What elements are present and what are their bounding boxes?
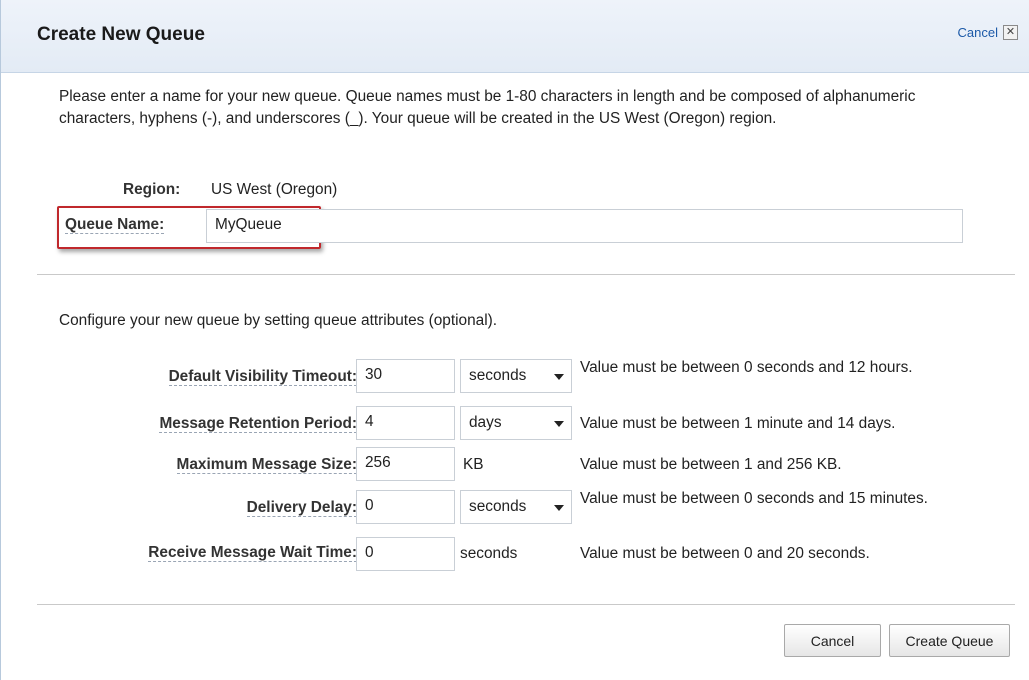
retention-period-unit-select[interactable]: days [460, 406, 572, 440]
max-message-size-label-text: Maximum Message Size: [176, 456, 357, 474]
divider-top [37, 274, 1015, 275]
create-queue-button[interactable]: Create Queue [889, 624, 1010, 657]
visibility-timeout-label-text: Default Visibility Timeout: [168, 368, 357, 386]
visibility-timeout-label: Default Visibility Timeout: [168, 368, 357, 386]
region-label: Region: [123, 181, 181, 198]
receive-wait-time-input[interactable]: 0 [356, 537, 455, 571]
retention-period-unit: days [469, 414, 502, 431]
dialog-header: Create New Queue Cancel ✕ [1, 0, 1029, 73]
chevron-down-icon [554, 421, 564, 427]
receive-wait-time-hint: Value must be between 0 and 20 seconds. [580, 545, 870, 562]
visibility-timeout-hint: Value must be between 0 seconds and 12 h… [580, 359, 913, 376]
receive-wait-time-unit: seconds [460, 545, 518, 562]
create-queue-dialog: Create New Queue Cancel ✕ Please enter a… [0, 0, 1029, 680]
config-intro: Configure your new queue by setting queu… [59, 312, 498, 329]
delivery-delay-unit: seconds [469, 498, 527, 515]
delivery-delay-label: Delivery Delay: [246, 499, 357, 517]
queue-name-label: Queue Name: [65, 216, 165, 234]
chevron-down-icon [554, 505, 564, 511]
cancel-button[interactable]: Cancel [784, 624, 881, 657]
dialog-title: Create New Queue [37, 24, 205, 45]
delivery-delay-label-text: Delivery Delay: [246, 499, 357, 517]
visibility-timeout-unit: seconds [469, 367, 527, 384]
divider-bottom [37, 604, 1015, 605]
region-value: US West (Oregon) [211, 181, 338, 198]
delivery-delay-hint: Value must be between 0 seconds and 15 m… [580, 490, 928, 507]
receive-wait-time-label: Receive Message Wait Time: [148, 544, 357, 562]
close-icon[interactable]: ✕ [1003, 25, 1018, 40]
receive-wait-time-label-text: Receive Message Wait Time: [148, 544, 357, 562]
max-message-size-input[interactable]: 256 [356, 447, 455, 481]
header-cancel[interactable]: Cancel ✕ [958, 25, 1018, 40]
retention-period-label-text: Message Retention Period: [159, 415, 357, 433]
delivery-delay-input[interactable]: 0 [356, 490, 455, 524]
queue-name-label-text: Queue Name: [65, 216, 165, 234]
intro-text: Please enter a name for your new queue. … [59, 88, 916, 127]
retention-period-input[interactable]: 4 [356, 406, 455, 440]
retention-period-hint: Value must be between 1 minute and 14 da… [580, 415, 896, 432]
max-message-size-label: Maximum Message Size: [176, 456, 357, 474]
header-cancel-link[interactable]: Cancel [958, 25, 998, 40]
max-message-size-unit: KB [463, 456, 484, 473]
chevron-down-icon [554, 374, 564, 380]
visibility-timeout-unit-select[interactable]: seconds [460, 359, 572, 393]
max-message-size-hint: Value must be between 1 and 256 KB. [580, 456, 842, 473]
delivery-delay-unit-select[interactable]: seconds [460, 490, 572, 524]
visibility-timeout-input[interactable]: 30 [356, 359, 455, 393]
retention-period-label: Message Retention Period: [159, 415, 357, 433]
queue-name-input[interactable]: MyQueue [206, 209, 963, 243]
